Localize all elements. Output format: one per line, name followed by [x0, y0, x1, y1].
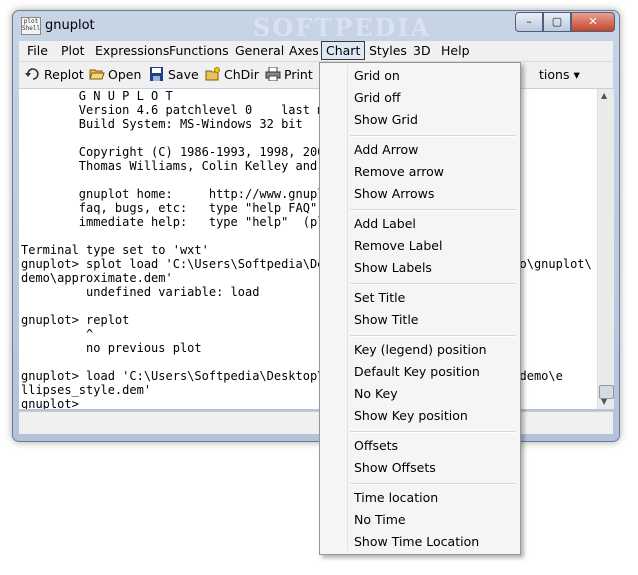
menu-item-default-key-position[interactable]: Default Key position	[354, 364, 480, 379]
menu-styles[interactable]: Styles	[369, 43, 407, 58]
menu-help[interactable]: Help	[441, 43, 470, 58]
gnuplot-app-icon[interactable]: plot Shell	[21, 17, 41, 35]
menu-item-time-location[interactable]: Time location	[354, 490, 438, 505]
maximize-button[interactable]: ▢	[543, 12, 571, 32]
window-title: gnuplot	[45, 18, 95, 33]
menu-item-show-grid[interactable]: Show Grid	[354, 112, 418, 127]
print-label: Print	[284, 67, 313, 82]
open-folder-icon	[89, 67, 105, 81]
replot-button[interactable]: Replot	[25, 67, 84, 82]
menu-functions[interactable]: Functions	[169, 43, 229, 58]
menu-gutter-divider	[347, 65, 348, 551]
menu-item-remove-arrow[interactable]: Remove arrow	[354, 164, 444, 179]
replot-label: Replot	[44, 67, 84, 82]
menu-separator	[350, 335, 516, 337]
menu-expressions[interactable]: Expressions	[95, 43, 169, 58]
chdir-button[interactable]: ChDir	[205, 67, 259, 82]
title-bar[interactable]: plot Shell gnuplot SOFTPEDIA – ▢ ✕	[13, 11, 619, 42]
menu-file[interactable]: File	[27, 43, 48, 58]
menu-plot[interactable]: Plot	[61, 43, 85, 58]
vertical-scrollbar[interactable]: ▲ ▼	[597, 89, 614, 409]
menu-general[interactable]: General	[235, 43, 284, 58]
chdir-label: ChDir	[224, 67, 259, 82]
menu-separator	[350, 135, 516, 137]
menu-item-show-labels[interactable]: Show Labels	[354, 260, 432, 275]
menu-item-show-key-position[interactable]: Show Key position	[354, 408, 468, 423]
menu-item-grid-off[interactable]: Grid off	[354, 90, 400, 105]
menu-separator	[350, 283, 516, 285]
menu-bar: File Plot Expressions Functions General …	[19, 41, 613, 62]
menu-item-show-arrows[interactable]: Show Arrows	[354, 186, 434, 201]
menu-item-grid-on[interactable]: Grid on	[354, 68, 400, 83]
gnuplot-window: plot Shell gnuplot SOFTPEDIA – ▢ ✕ File …	[12, 10, 620, 442]
save-button[interactable]: Save	[149, 67, 199, 82]
menu-item-show-title[interactable]: Show Title	[354, 312, 419, 327]
replot-icon	[25, 67, 41, 81]
scroll-down-icon[interactable]: ▼	[601, 397, 607, 406]
printer-icon	[265, 66, 281, 82]
chdir-folder-icon	[205, 67, 221, 81]
menu-axes[interactable]: Axes	[289, 43, 319, 58]
menu-item-remove-label[interactable]: Remove Label	[354, 238, 442, 253]
chevron-down-icon: ▾	[573, 67, 580, 82]
menu-item-set-title[interactable]: Set Title	[354, 290, 405, 305]
menu-separator	[350, 209, 516, 211]
print-button[interactable]: Print	[265, 66, 313, 82]
save-disk-icon	[149, 67, 165, 81]
softpedia-watermark: SOFTPEDIA	[253, 13, 432, 42]
toolbar: Replot Open Save ChDir Print tions ▾	[19, 62, 613, 88]
options-label: tions	[539, 67, 570, 82]
save-label: Save	[168, 67, 199, 82]
open-label: Open	[108, 67, 142, 82]
menu-item-no-time[interactable]: No Time	[354, 512, 406, 527]
menu-separator	[350, 431, 516, 433]
options-menu-button[interactable]: tions ▾	[539, 67, 580, 82]
close-button[interactable]: ✕	[571, 12, 615, 32]
menu-item-offsets[interactable]: Offsets	[354, 438, 398, 453]
menu-item-no-key[interactable]: No Key	[354, 386, 398, 401]
open-button[interactable]: Open	[89, 67, 141, 82]
chart-menu-dropdown: Grid on Grid off Show Grid Add Arrow Rem…	[319, 62, 521, 555]
menu-item-add-label[interactable]: Add Label	[354, 216, 416, 231]
menu-item-show-offsets[interactable]: Show Offsets	[354, 460, 436, 475]
minimize-button[interactable]: –	[515, 12, 543, 32]
menu-3d[interactable]: 3D	[413, 43, 431, 58]
menu-chart[interactable]: Chart	[321, 41, 366, 60]
menu-item-show-time-location[interactable]: Show Time Location	[354, 534, 479, 549]
menu-item-add-arrow[interactable]: Add Arrow	[354, 142, 418, 157]
scroll-up-icon[interactable]: ▲	[601, 91, 607, 100]
status-bar	[19, 411, 613, 434]
menu-separator	[350, 483, 516, 485]
menu-item-key-position[interactable]: Key (legend) position	[354, 342, 487, 357]
